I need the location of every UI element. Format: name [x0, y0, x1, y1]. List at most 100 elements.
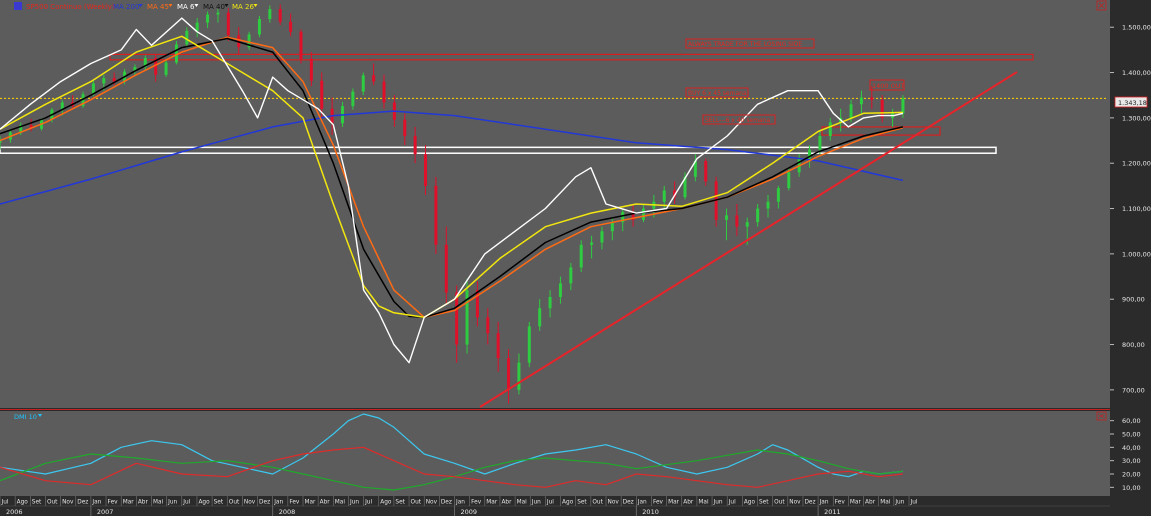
- buy-note: BUY 6 x 45 semana: [688, 90, 747, 97]
- candle: [527, 321, 531, 368]
- month-label: Ago: [17, 500, 29, 506]
- indicator-legend-item[interactable]: MA 200: [113, 3, 143, 11]
- month-label: Out: [411, 500, 422, 506]
- losing-side-note: ALWAYS TRADE FOR THE LOSING SIDE: [688, 41, 802, 48]
- month-label: Abr: [683, 500, 694, 506]
- month-label: Abr: [865, 500, 876, 506]
- indicator-legend-item[interactable]: MA 40: [203, 3, 229, 11]
- month-label: Mai: [517, 500, 528, 506]
- month-label: Out: [592, 500, 603, 506]
- symbol-label: SP500 Continuo (Weekly): [26, 3, 115, 11]
- month-label: Fev: [835, 500, 846, 506]
- year-label: 2011: [824, 508, 841, 516]
- month-label: Set: [577, 500, 587, 506]
- month-label: Mar: [668, 500, 680, 506]
- month-label: Mai: [335, 500, 346, 506]
- month-label: Abr: [501, 500, 512, 506]
- price-tick-label: 800,00: [1122, 341, 1145, 349]
- month-label: Mar: [123, 500, 135, 506]
- dmi-tick-label: 30,00: [1122, 457, 1141, 465]
- month-label: Nov: [426, 500, 438, 506]
- candle: [579, 240, 583, 272]
- dmi-tick-label: 20,00: [1122, 471, 1141, 479]
- month-label: Nov: [789, 500, 801, 506]
- month-label: Abr: [320, 500, 331, 506]
- candle: [714, 176, 718, 227]
- month-label: Jan: [455, 500, 465, 506]
- month-label: Mar: [305, 500, 317, 506]
- month-label: Jan: [273, 500, 283, 506]
- svg-text:MA 26: MA 26: [232, 3, 255, 11]
- month-label: Out: [47, 500, 58, 506]
- month-label: Jul: [546, 500, 554, 506]
- price-tick-label: 1.200,00: [1122, 160, 1151, 168]
- indicator-legend-item[interactable]: MA 26: [232, 3, 258, 11]
- svg-text:MA 40: MA 40: [203, 3, 225, 11]
- year-label: 2006: [6, 508, 23, 516]
- month-label: Jul: [728, 500, 736, 506]
- month-label: Nov: [244, 500, 256, 506]
- month-label: Dez: [804, 500, 815, 506]
- month-label: Jan: [819, 500, 829, 506]
- price-tick-label: 1.300,00: [1122, 114, 1151, 122]
- month-label: Jul: [364, 500, 372, 506]
- symbol-icon: [14, 2, 22, 10]
- month-label: Mar: [850, 500, 862, 506]
- month-label: Mai: [698, 500, 709, 506]
- indicator-legend-item[interactable]: MA 45: [147, 3, 173, 11]
- month-label: Mai: [153, 500, 164, 506]
- month-label: Nov: [62, 500, 74, 506]
- price-tick-label: 1.000,00: [1122, 250, 1151, 258]
- month-label: Set: [759, 500, 769, 506]
- month-label: Set: [214, 500, 224, 506]
- month-label: Mar: [486, 500, 498, 506]
- month-label: Dez: [623, 500, 634, 506]
- month-label: Out: [774, 500, 785, 506]
- dmi-label: DMI 10: [14, 413, 37, 421]
- year-label: 2007: [97, 508, 114, 516]
- month-label: Jan: [91, 500, 101, 506]
- price-tick-label: 1.500,00: [1122, 24, 1151, 32]
- month-label: Ago: [380, 500, 392, 506]
- month-label: Fev: [289, 500, 300, 506]
- price-tick-label: 900,00: [1122, 296, 1145, 304]
- month-label: Dez: [259, 500, 270, 506]
- dmi-tick-label: 60,00: [1122, 417, 1141, 425]
- month-label: Fev: [653, 500, 664, 506]
- month-label: Ago: [562, 500, 574, 506]
- month-label: Jun: [349, 500, 359, 506]
- chart-header: SP500 Continuo (Weekly): [14, 2, 115, 11]
- dmi-panel: [0, 411, 1110, 496]
- candle: [257, 15, 261, 38]
- dmi-tick-label: 10,00: [1122, 484, 1141, 492]
- month-label: Set: [32, 500, 42, 506]
- candle: [247, 31, 251, 50]
- month-label: Jul: [182, 500, 190, 506]
- svg-text:MA 45: MA 45: [147, 3, 169, 11]
- year-label: 2010: [642, 508, 659, 516]
- dmi-tick-label: 40,00: [1122, 444, 1141, 452]
- month-label: Set: [395, 500, 405, 506]
- price-tick-label: 1.400,00: [1122, 69, 1151, 77]
- month-label: Fev: [108, 500, 119, 506]
- stock-chart[interactable]: SP500 Continuo (Weekly) MA 200 MA 45 MA 6M…: [0, 0, 1151, 516]
- price-tick-label: 700,00: [1122, 386, 1145, 394]
- time-axis: Jul Ago Set Out Nov Dez Jan Fev Mar Abr Mai Jun Jul A…: [0, 496, 1151, 516]
- month-label: Mai: [880, 500, 891, 506]
- svg-text:MA 6: MA 6: [177, 3, 195, 11]
- month-label: Ago: [198, 500, 210, 506]
- month-label: Ago: [744, 500, 756, 506]
- candle: [299, 29, 303, 64]
- sell-note: SELL---6 x 40 semana: [705, 117, 771, 124]
- month-label: Jun: [713, 500, 723, 506]
- last-price-badge: 1.343,18: [1114, 96, 1148, 108]
- month-label: Nov: [608, 500, 620, 506]
- month-label: Jan: [637, 500, 647, 506]
- month-label: Dez: [77, 500, 88, 506]
- month-label: Jun: [531, 500, 541, 506]
- year-label: 2008: [279, 508, 296, 516]
- month-label: Dez: [441, 500, 452, 506]
- indicator-legend: MA 200 MA 45 MA 6 MA 40 MA 26: [113, 3, 258, 11]
- month-label: Jun: [894, 500, 904, 506]
- candle: [434, 176, 438, 254]
